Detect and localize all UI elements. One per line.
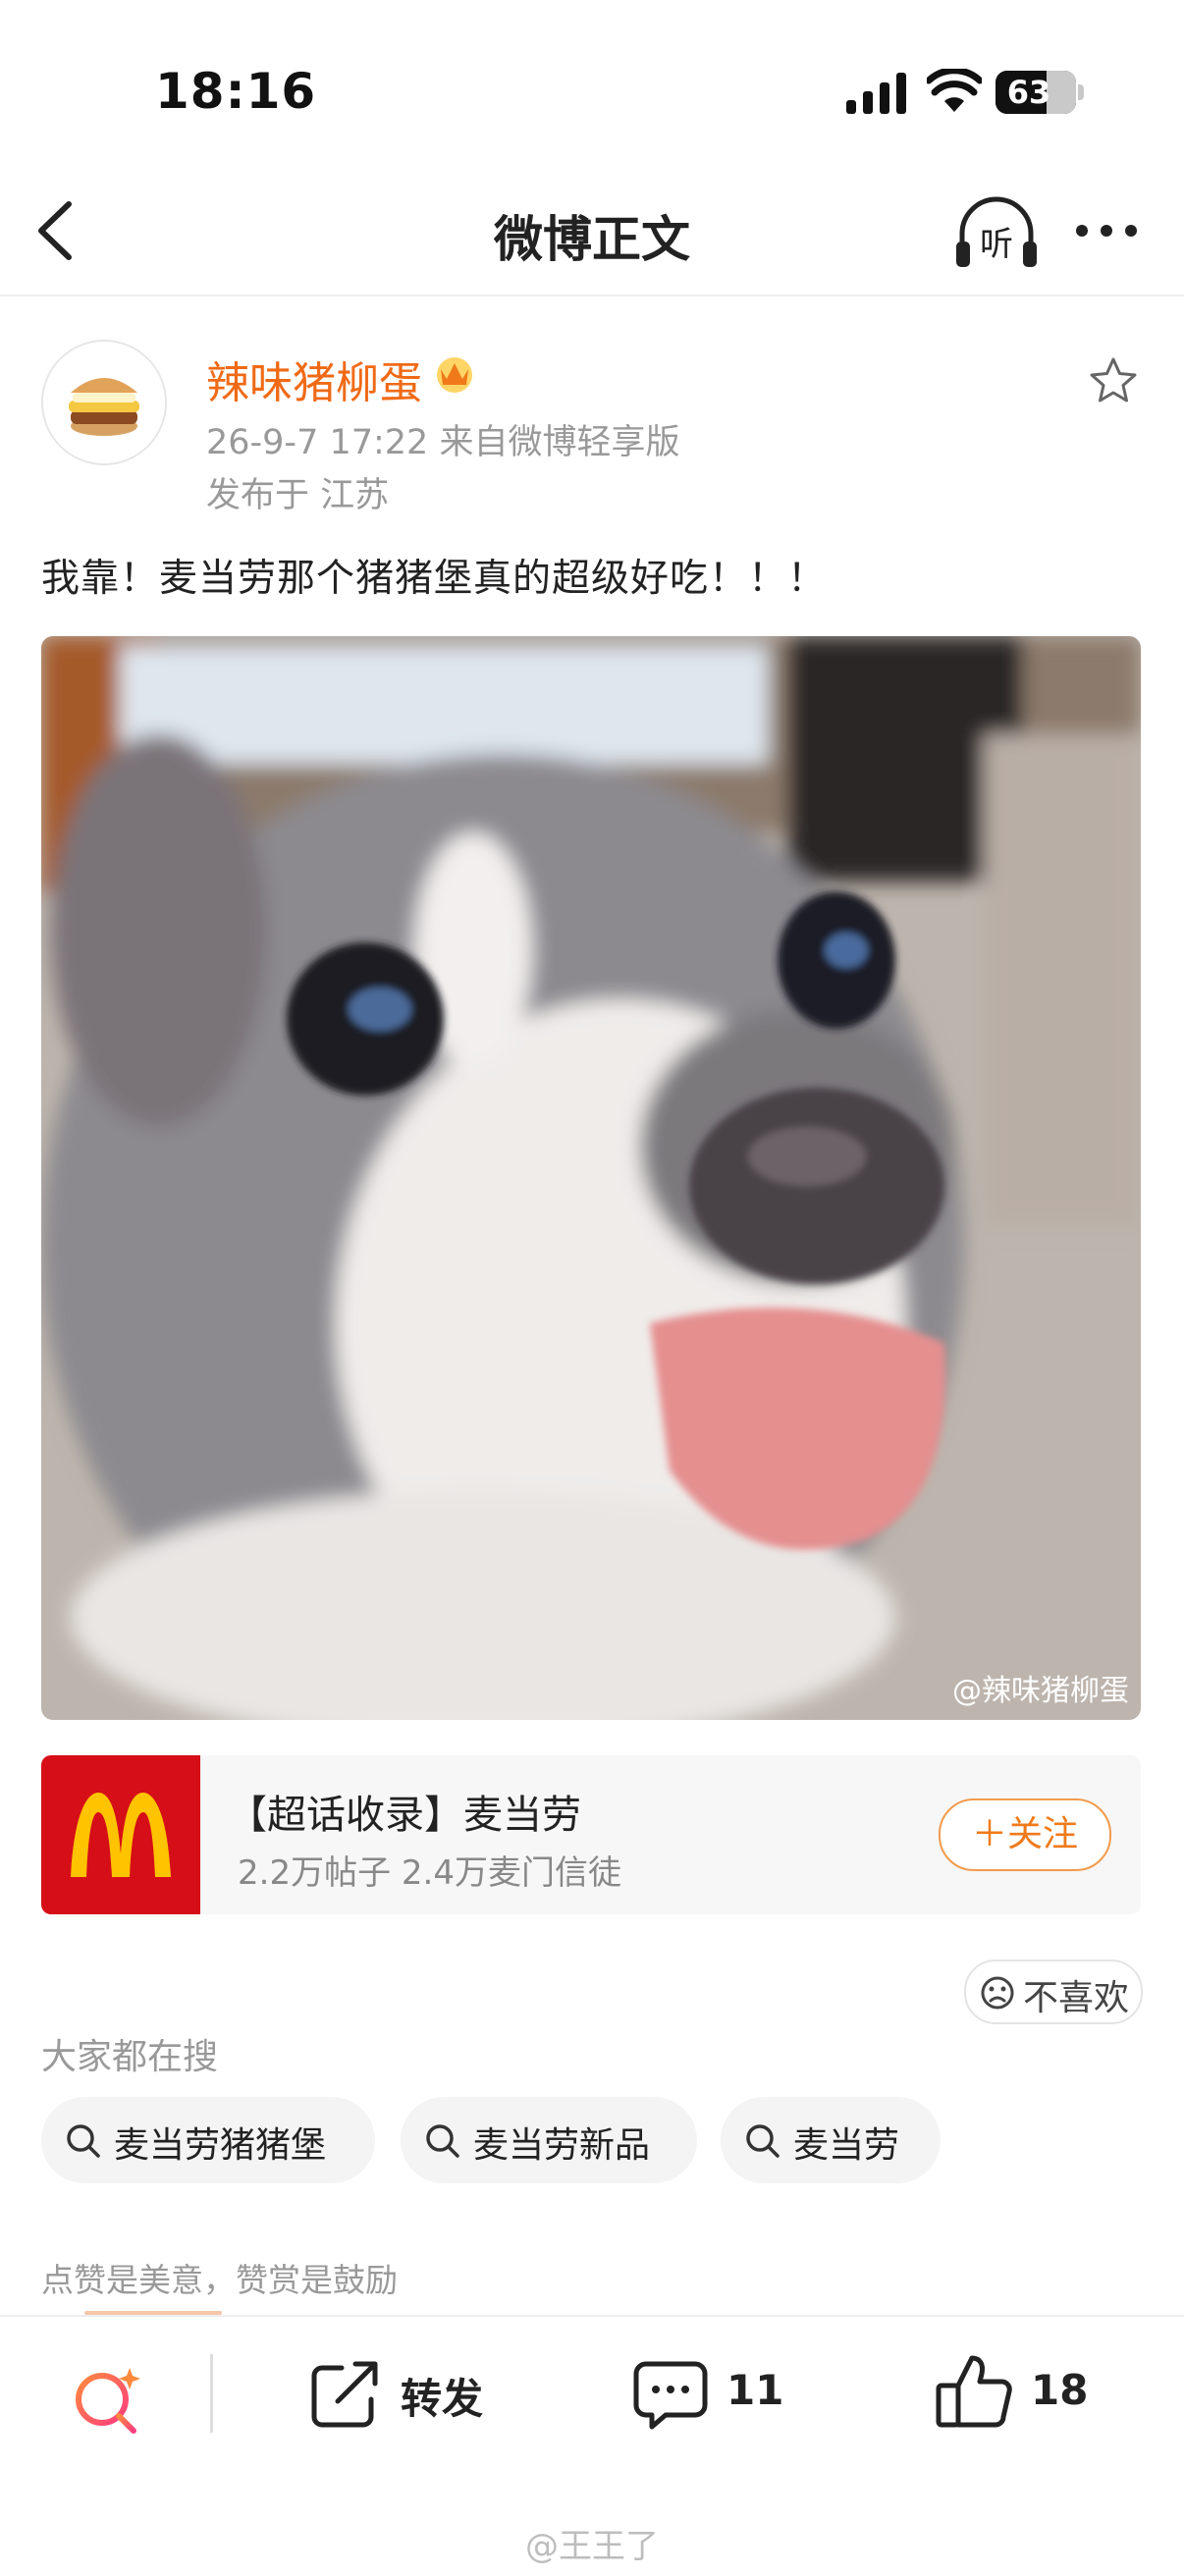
search-chip-label: 麦当劳新品 <box>473 2125 651 2166</box>
like-count[interactable]: 18 <box>1031 2366 1088 2414</box>
bar-separator <box>210 2354 213 2433</box>
post-image[interactable]: @辣味猪柳蛋 <box>41 636 1141 1720</box>
battery-percent: 63 <box>1006 74 1051 111</box>
post-location: 发布于 江苏 <box>206 476 390 515</box>
image-watermark: @辣味猪柳蛋 <box>952 1674 1129 1708</box>
search-icon <box>746 2124 780 2158</box>
dog-photo: @辣味猪柳蛋 <box>41 636 1141 1720</box>
sad-face-icon <box>981 1976 1014 2010</box>
dislike-label: 不喜欢 <box>1023 1978 1130 2018</box>
follow-button[interactable]: ＋关注 <box>939 1798 1111 1871</box>
listen-icon-text: 听 <box>980 225 1013 264</box>
trending-search-heading: 大家都在搜 <box>41 2037 219 2077</box>
like-thumb-icon[interactable] <box>935 2352 1013 2431</box>
dislike-button[interactable]: 不喜欢 <box>964 1959 1143 2024</box>
nav-divider <box>0 295 1184 296</box>
author-name[interactable]: 辣味猪柳蛋 <box>206 348 422 410</box>
topic-title: 【超话收录】麦当劳 <box>228 1793 581 1838</box>
search-chip-label: 麦当劳猪猪堡 <box>114 2125 327 2166</box>
favorite-star-icon[interactable] <box>1088 355 1139 406</box>
share-icon[interactable] <box>308 2358 383 2429</box>
bottom-watermark: @王王了 <box>525 2527 659 2566</box>
listen-headphones-icon[interactable]: 听 <box>952 192 1041 271</box>
search-sparkle-icon[interactable] <box>69 2360 147 2439</box>
topic-card[interactable]: 【超话收录】麦当劳 2.2万帖子 2.4万麦门信徒 ＋关注 <box>41 1755 1141 1914</box>
search-chip[interactable]: 麦当劳 <box>721 2097 941 2183</box>
reward-note: 点赞是美意，赞赏是鼓励 <box>41 2261 398 2299</box>
post-text: 我靠！麦当劳那个猪猪堡真的超级好吃！！！ <box>41 557 828 601</box>
status-time: 18:16 <box>155 63 317 120</box>
vip-crown-icon <box>437 357 472 393</box>
share-label[interactable]: 转发 <box>401 2366 483 2426</box>
mcdonalds-logo <box>41 1755 200 1914</box>
search-chip-label: 麦当劳 <box>793 2125 900 2166</box>
search-icon <box>426 2124 459 2158</box>
comment-icon[interactable] <box>632 2358 709 2431</box>
comment-count[interactable]: 11 <box>727 2366 783 2414</box>
battery-cap <box>1078 84 1084 100</box>
battery-indicator: 63 <box>996 71 1076 114</box>
search-chip[interactable]: 麦当劳新品 <box>401 2097 697 2183</box>
search-icon <box>67 2124 100 2158</box>
more-icon[interactable] <box>1074 220 1139 242</box>
burger-avatar-image <box>43 342 165 463</box>
search-chip[interactable]: 麦当劳猪猪堡 <box>41 2097 375 2183</box>
avatar[interactable] <box>41 340 167 465</box>
wifi-icon <box>927 69 982 112</box>
topic-stats: 2.2万帖子 2.4万麦门信徒 <box>238 1853 621 1893</box>
cellular-signal-icon <box>846 73 906 114</box>
post-time-source: 26-9-7 17:22 来自微博轻享版 <box>206 423 680 462</box>
